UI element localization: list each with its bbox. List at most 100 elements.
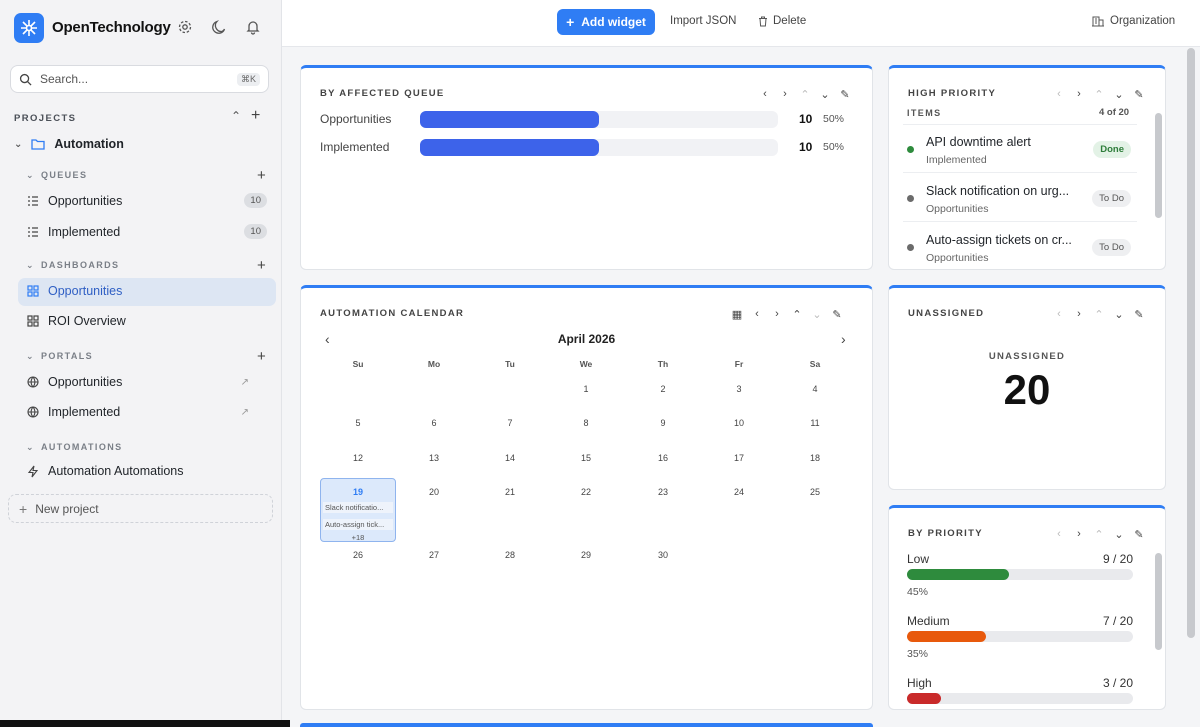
calendar-day[interactable]: 20 (424, 487, 444, 497)
arrow-up-icon[interactable]: ⌃ (1093, 528, 1105, 541)
list-item[interactable]: Auto-assign tickets on cr... Opportunitie… (903, 223, 1137, 269)
list-scrollbar[interactable] (1155, 553, 1162, 650)
network-icon (21, 20, 37, 36)
edit-icon[interactable]: ✎ (1133, 528, 1145, 541)
calendar-day[interactable]: 4 (805, 384, 825, 394)
moon-icon[interactable] (211, 19, 227, 35)
calendar-event[interactable]: Slack notificatio... (323, 502, 393, 513)
calendar-more[interactable]: +18 (348, 533, 368, 542)
chevron-right-icon[interactable]: › (1073, 88, 1085, 101)
chevron-right-icon[interactable]: › (1073, 308, 1085, 321)
calendar-day[interactable]: 8 (576, 418, 596, 428)
calendar-day[interactable]: 24 (729, 487, 749, 497)
arrow-down-icon[interactable]: ⌄ (1113, 308, 1125, 321)
list-scrollbar[interactable] (1155, 113, 1162, 218)
calendar-day[interactable]: 17 (729, 453, 749, 463)
arrow-up-icon[interactable]: ⌃ (799, 88, 811, 101)
calendar-day[interactable]: 27 (424, 550, 444, 560)
sidebar-item-automations[interactable]: Automation Automations (27, 464, 184, 478)
calendar-day[interactable]: 26 (348, 550, 368, 560)
edit-icon[interactable]: ✎ (839, 88, 851, 101)
collapse-all-icon[interactable]: ⌃ (231, 109, 241, 123)
list-item[interactable]: Slack notification on urg... Opportunitie… (903, 174, 1137, 222)
calendar-day[interactable]: 29 (576, 550, 596, 560)
list-item[interactable]: API downtime alert Implemented Done (903, 125, 1137, 173)
calendar-day[interactable]: 11 (805, 418, 825, 428)
trash-icon (759, 16, 767, 26)
import-json-button[interactable]: Import JSON (670, 15, 736, 27)
calendar-day[interactable]: 2 (653, 384, 673, 394)
sidebar-item-dashboard-roi[interactable]: ROI Overview (27, 314, 126, 328)
arrow-down-icon[interactable]: ⌄ (819, 88, 831, 101)
arrow-up-icon[interactable]: ⌃ (791, 308, 803, 321)
calendar-day[interactable]: 6 (424, 418, 444, 428)
calendar-day[interactable]: 13 (424, 453, 444, 463)
arrow-up-icon[interactable]: ⌃ (1093, 88, 1105, 101)
new-project-button[interactable]: + New project (8, 494, 273, 523)
edit-icon[interactable]: ✎ (1133, 308, 1145, 321)
sidebar-item-queue-implemented[interactable]: Implemented 10 (27, 224, 267, 239)
calendar-icon[interactable]: ▦ (731, 308, 743, 321)
calendar-day[interactable]: 14 (500, 453, 520, 463)
calendar-day[interactable]: 28 (500, 550, 520, 560)
arrow-down-icon[interactable]: ⌄ (1113, 88, 1125, 101)
sidebar-item-dashboard-opportunities[interactable]: Opportunities (27, 284, 122, 298)
calendar-day[interactable]: 3 (729, 384, 749, 394)
external-link-icon[interactable]: ↗ (241, 377, 249, 388)
calendar-day[interactable]: 5 (348, 418, 368, 428)
queue-bar-fill (420, 139, 599, 156)
project-automation[interactable]: ⌄ Automation (14, 137, 124, 151)
arrow-down-icon[interactable]: ⌄ (1113, 528, 1125, 541)
calendar-day[interactable]: 10 (729, 418, 749, 428)
calendar-day[interactable]: 18 (805, 453, 825, 463)
calendar-event[interactable]: Auto-assign tick... (323, 519, 393, 530)
chevron-left-icon[interactable]: ‹ (1053, 528, 1065, 541)
chevron-left-icon[interactable]: ‹ (751, 308, 763, 321)
calendar-day[interactable]: 12 (348, 453, 368, 463)
calendar-day[interactable]: 7 (500, 418, 520, 428)
chevron-right-icon[interactable]: › (771, 308, 783, 321)
chevron-left-icon[interactable]: ‹ (1053, 88, 1065, 101)
chevron-left-icon[interactable]: ‹ (1053, 308, 1065, 321)
sidebar-item-queue-opportunities[interactable]: Opportunities 10 (27, 193, 267, 208)
chevron-down-icon: ⌄ (26, 260, 35, 270)
calendar-day[interactable]: 25 (805, 487, 825, 497)
calendar-day[interactable]: 22 (576, 487, 596, 497)
add-widget-button[interactable]: + Add widget (557, 9, 655, 35)
app-logo[interactable] (14, 13, 44, 43)
arrow-up-icon[interactable]: ⌃ (1093, 308, 1105, 321)
chevron-right-icon[interactable]: › (779, 88, 791, 101)
calendar-day[interactable]: 30 (653, 550, 673, 560)
gear-icon[interactable] (177, 19, 193, 35)
queue-count-badge: 10 (244, 193, 267, 208)
portal-label: Implemented (48, 405, 121, 419)
calendar-day[interactable]: 21 (500, 487, 520, 497)
next-month-icon[interactable]: › (841, 331, 846, 347)
edit-icon[interactable]: ✎ (831, 308, 843, 321)
calendar-day[interactable]: 16 (653, 453, 673, 463)
chevron-left-icon[interactable]: ‹ (759, 88, 771, 101)
bell-icon[interactable] (245, 19, 261, 35)
calendar-day[interactable]: 9 (653, 418, 673, 428)
priority-bar-fill (907, 693, 941, 704)
priority-bar-track (907, 569, 1133, 580)
chevron-right-icon[interactable]: › (1073, 528, 1085, 541)
add-dashboard-icon[interactable]: + (257, 257, 266, 274)
add-project-icon[interactable]: + (251, 107, 260, 125)
calendar-day[interactable]: 23 (653, 487, 673, 497)
delete-button[interactable]: Delete (758, 15, 806, 27)
add-queue-icon[interactable]: + (257, 167, 266, 184)
sidebar-item-portal-opportunities[interactable]: Opportunities ↗ (27, 375, 249, 389)
weekday-header: Fr (734, 359, 744, 369)
add-portal-icon[interactable]: + (257, 348, 266, 365)
organization-button[interactable]: Organization (1092, 15, 1175, 27)
calendar-day[interactable]: 15 (576, 453, 596, 463)
main-scrollbar[interactable] (1187, 48, 1195, 638)
widget-by-priority: BY PRIORITY ‹ › ⌃ ⌄ ✎ Low 9 / 20 45% Medium… (888, 505, 1166, 710)
arrow-down-icon[interactable]: ⌄ (811, 308, 823, 321)
edit-icon[interactable]: ✎ (1133, 88, 1145, 101)
search-input[interactable]: Search... ⌘K (10, 65, 269, 93)
external-link-icon[interactable]: ↗ (241, 407, 249, 418)
calendar-day[interactable]: 1 (576, 384, 596, 394)
sidebar-item-portal-implemented[interactable]: Implemented ↗ (27, 405, 249, 419)
